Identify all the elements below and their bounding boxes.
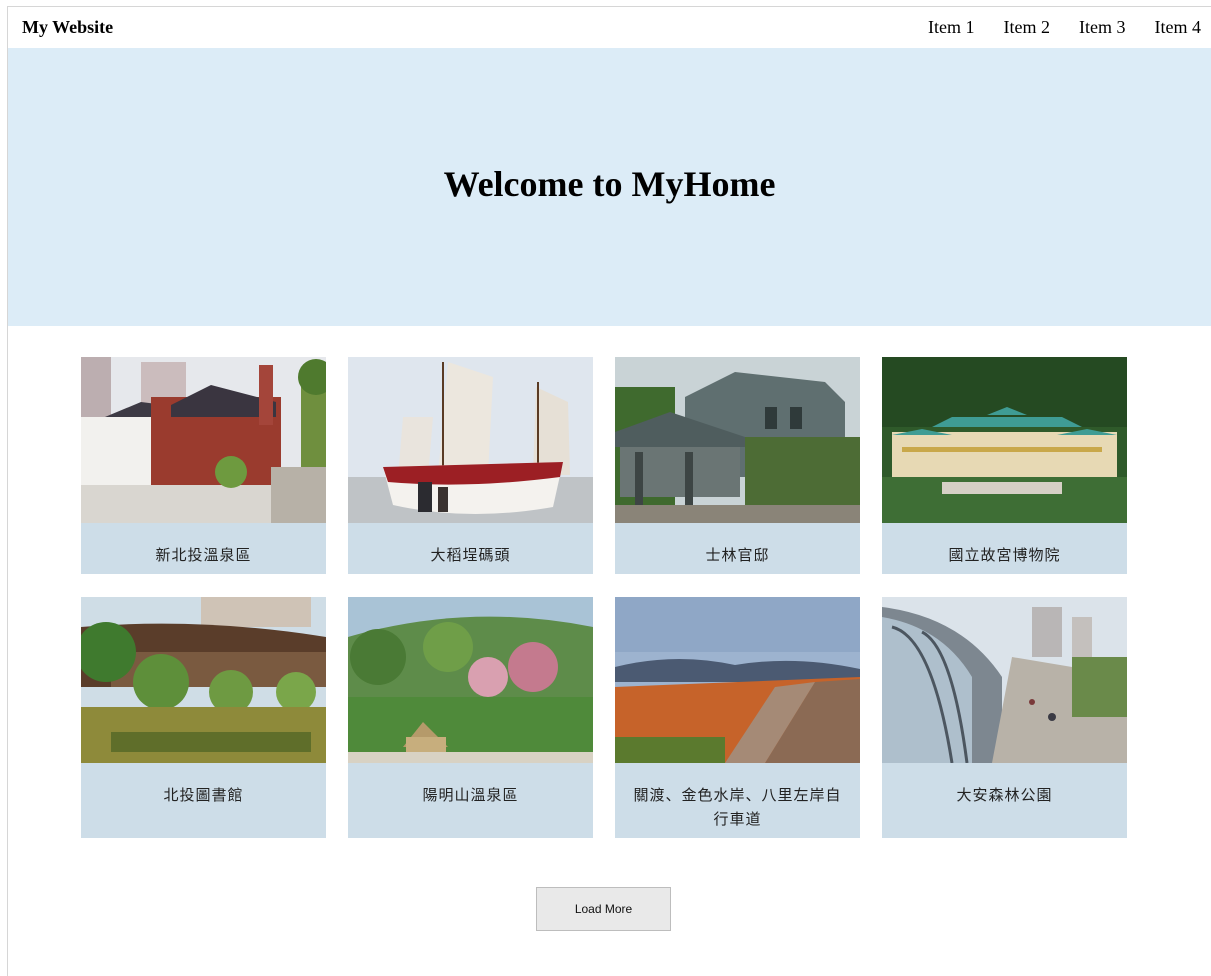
hot-spring-museum-photo <box>81 357 326 523</box>
attraction-image <box>348 597 593 763</box>
attraction-image <box>615 597 860 763</box>
brand-link[interactable]: My Website <box>22 17 113 38</box>
yangmingshan-photo <box>348 597 593 763</box>
attraction-image <box>81 597 326 763</box>
attraction-card-palace-museum[interactable]: 國立故宮博物院 <box>882 357 1127 574</box>
junk-ship-photo <box>348 357 593 523</box>
navbar: My Website Item 1 Item 2 Item 3 Item 4 <box>8 7 1211 48</box>
load-more-button[interactable]: Load More <box>536 887 671 931</box>
attraction-card-shilin-residence[interactable]: 士林官邸 <box>615 357 860 574</box>
attractions-grid: 新北投溫泉區 大稻埕碼頭 士林官邸 國立故宮博物院 北投圖書館 陽明山溫泉區 關… <box>81 357 1128 838</box>
attraction-card-beitou-hot-spring[interactable]: 新北投溫泉區 <box>81 357 326 574</box>
attraction-label: 大稻埕碼頭 <box>430 546 511 564</box>
attraction-image <box>882 357 1127 523</box>
attraction-card-daan-park[interactable]: 大安森林公園 <box>882 597 1127 838</box>
riverside-bikeway-photo <box>615 597 860 763</box>
nav-item-1[interactable]: Item 1 <box>928 17 975 38</box>
attraction-label: 新北投溫泉區 <box>155 546 252 564</box>
attraction-label: 北投圖書館 <box>163 786 244 804</box>
attraction-card-guandu-bikeway[interactable]: 關渡、金色水岸、八里左岸自行車道 <box>615 597 860 838</box>
attraction-label: 大安森林公園 <box>956 786 1053 804</box>
attraction-card-beitou-library[interactable]: 北投圖書館 <box>81 597 326 838</box>
attraction-image <box>81 357 326 523</box>
attraction-card-dadaocheng-wharf[interactable]: 大稻埕碼頭 <box>348 357 593 574</box>
attraction-card-yangmingshan[interactable]: 陽明山溫泉區 <box>348 597 593 838</box>
daan-park-station-photo <box>882 597 1127 763</box>
hero-title: Welcome to MyHome <box>443 164 776 204</box>
palace-museum-photo <box>882 357 1127 523</box>
attraction-label: 國立故宮博物院 <box>948 546 1061 564</box>
nav-item-2[interactable]: Item 2 <box>1004 17 1051 38</box>
attraction-image <box>882 597 1127 763</box>
attraction-image <box>348 357 593 523</box>
attraction-label: 關渡、金色水岸、八里左岸自行車道 <box>633 786 842 828</box>
nav-item-3[interactable]: Item 3 <box>1079 17 1126 38</box>
beitou-library-photo <box>81 597 326 763</box>
attraction-label: 士林官邸 <box>705 546 770 564</box>
hero-banner: Welcome to MyHome <box>8 48 1211 326</box>
attraction-image <box>615 357 860 523</box>
attraction-label: 陽明山溫泉區 <box>422 786 519 804</box>
nav-menu: Item 1 Item 2 Item 3 Item 4 <box>909 7 1211 48</box>
nav-item-4[interactable]: Item 4 <box>1155 17 1202 38</box>
shilin-residence-photo <box>615 357 860 523</box>
